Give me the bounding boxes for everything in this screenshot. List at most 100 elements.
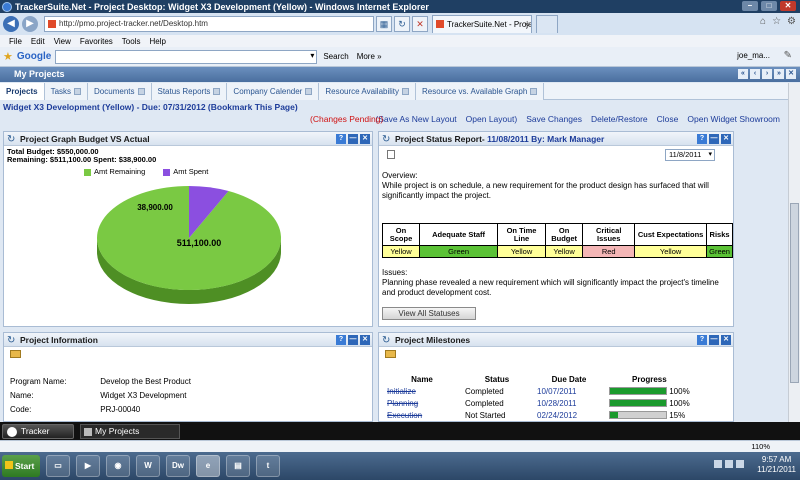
help-icon[interactable]: ? [336, 134, 346, 144]
menu-file[interactable]: File [9, 37, 22, 46]
media-player-icon[interactable]: ▶ [76, 455, 100, 477]
tab-label: Documents [94, 87, 135, 96]
zoom-level[interactable]: 110% [751, 442, 770, 451]
first-icon[interactable]: « [738, 69, 748, 79]
more-button[interactable]: More » [357, 52, 382, 61]
help-icon[interactable]: ? [697, 335, 707, 345]
browser-right-icons: ⌂ ☆ ⚙ [760, 16, 796, 27]
help-icon[interactable]: ? [336, 335, 346, 345]
page-scrollbar[interactable] [788, 83, 800, 423]
last-icon[interactable]: » [774, 69, 784, 79]
open-layout-link[interactable]: Open Layout) [466, 114, 518, 124]
tab-documents[interactable]: Documents [88, 83, 152, 100]
pie-label-remaining: 511,100.00 [177, 238, 222, 248]
report-date-select[interactable]: 11/8/2011 [665, 149, 715, 161]
minimize-icon[interactable]: — [709, 134, 719, 144]
dropdown-arrow-icon[interactable]: ▾ [310, 51, 314, 60]
tray-flag-icon[interactable] [714, 460, 722, 468]
app-close-icon[interactable]: ✕ [786, 69, 796, 79]
stop-icon[interactable]: ✕ [412, 16, 428, 32]
home-icon[interactable]: ⌂ [760, 16, 766, 27]
google-talk-icon[interactable]: t [256, 455, 280, 477]
browser-tab[interactable]: TrackerSuite.Net - Project D... × [432, 15, 532, 33]
close-icon[interactable]: ✕ [360, 134, 370, 144]
close-icon[interactable]: ✕ [360, 335, 370, 345]
menu-view[interactable]: View [54, 37, 71, 46]
tab-close-icon[interactable]: × [524, 16, 529, 33]
save-as-new-layout-link[interactable]: (Save As New Layout [375, 114, 456, 124]
info-row-code: Code: PRJ-00040 [10, 405, 140, 414]
forward-button[interactable]: ▶ [22, 16, 38, 32]
close-icon[interactable]: ✕ [721, 134, 731, 144]
new-tab-button[interactable] [536, 15, 558, 33]
project-title-link[interactable]: Widget X3 Development (Yellow) - Due: 07… [3, 102, 298, 112]
view-all-statuses-button[interactable]: View All Statuses [382, 307, 476, 320]
back-button[interactable]: ◀ [3, 16, 19, 32]
tab-company-calender[interactable]: Company Calender [227, 83, 320, 100]
milestone-name-link[interactable]: Initialize [383, 385, 461, 397]
folder-open-icon[interactable] [385, 350, 396, 358]
google-search-input[interactable]: ▾ [55, 49, 318, 64]
minimize-icon[interactable]: — [348, 335, 358, 345]
tab-close-icon[interactable] [305, 88, 313, 96]
tab-resource-availability[interactable]: Resource Availability [319, 83, 417, 100]
close-icon[interactable]: ✕ [721, 335, 731, 345]
status-table: On Scope Adequate Staff On Time Line On … [381, 223, 733, 258]
tracker-button[interactable]: Tracker [2, 423, 74, 439]
help-icon[interactable]: ? [697, 134, 707, 144]
tab-resource-vs-available-graph[interactable]: Resource vs. Available Graph [416, 83, 545, 100]
user-account[interactable]: joe_ma... [737, 51, 770, 60]
menu-edit[interactable]: Edit [31, 37, 45, 46]
tab-close-icon[interactable] [402, 88, 410, 96]
tray-volume-icon[interactable] [736, 460, 744, 468]
minimize-icon[interactable]: — [348, 134, 358, 144]
scrollbar-thumb[interactable] [790, 203, 799, 383]
my-projects-taskbar-button[interactable]: My Projects [80, 423, 180, 439]
favorites-star-icon[interactable]: ☆ [772, 16, 781, 27]
next-icon[interactable]: › [762, 69, 772, 79]
tab-projects[interactable]: Projects [0, 83, 45, 100]
close-link[interactable]: Close [657, 114, 679, 124]
folder-open-icon[interactable] [10, 350, 21, 358]
refresh-icon[interactable]: ↻ [394, 16, 410, 32]
explorer-folder-icon[interactable]: ▭ [46, 455, 70, 477]
minimize-icon[interactable]: — [709, 335, 719, 345]
word-icon[interactable]: W [136, 455, 160, 477]
tab-close-icon[interactable] [530, 88, 538, 96]
tab-status-reports[interactable]: Status Reports [151, 83, 228, 100]
firefox-icon[interactable]: ◉ [106, 455, 130, 477]
prev-icon[interactable]: ‹ [750, 69, 760, 79]
internet-explorer-icon[interactable]: e [196, 455, 220, 477]
refresh-icon[interactable]: ↻ [7, 133, 15, 147]
menu-favorites[interactable]: Favorites [80, 37, 113, 46]
refresh-icon[interactable]: ↻ [382, 334, 390, 348]
favorites-add-icon[interactable]: ★ [3, 50, 13, 63]
compat-view-icon[interactable]: ▦ [376, 16, 392, 32]
document-icon[interactable] [387, 150, 395, 159]
notepad-icon[interactable]: ▤ [226, 455, 250, 477]
google-search-button[interactable]: Search [323, 52, 348, 61]
maximize-button[interactable]: □ [761, 1, 777, 11]
close-window-button[interactable]: ✕ [780, 1, 796, 11]
start-button[interactable]: Start [2, 455, 40, 477]
menu-tools[interactable]: Tools [122, 37, 141, 46]
tools-gear-icon[interactable]: ⚙ [787, 16, 796, 27]
wrench-icon[interactable]: ✎ [784, 50, 792, 61]
menu-help[interactable]: Help [149, 37, 165, 46]
minimize-button[interactable]: – [742, 1, 758, 11]
tray-network-icon[interactable] [725, 460, 733, 468]
milestone-name-link[interactable]: Execution [383, 409, 461, 421]
clock[interactable]: 9:57 AM 11/21/2011 [757, 455, 796, 475]
tab-close-icon[interactable] [74, 88, 82, 96]
tab-close-icon[interactable] [213, 88, 221, 96]
dreamweaver-icon[interactable]: Dw [166, 455, 190, 477]
refresh-icon[interactable]: ↻ [382, 133, 390, 147]
delete-restore-link[interactable]: Delete/Restore [591, 114, 648, 124]
milestone-name-link[interactable]: Planning [383, 397, 461, 409]
tab-close-icon[interactable] [137, 88, 145, 96]
tab-tasks[interactable]: Tasks [44, 83, 89, 100]
save-changes-link[interactable]: Save Changes [526, 114, 582, 124]
refresh-icon[interactable]: ↻ [7, 334, 15, 348]
address-input[interactable]: http://pmo.project-tracker.net/Desktop.h… [44, 16, 374, 32]
open-widget-showroom-link[interactable]: Open Widget Showroom [687, 114, 780, 124]
